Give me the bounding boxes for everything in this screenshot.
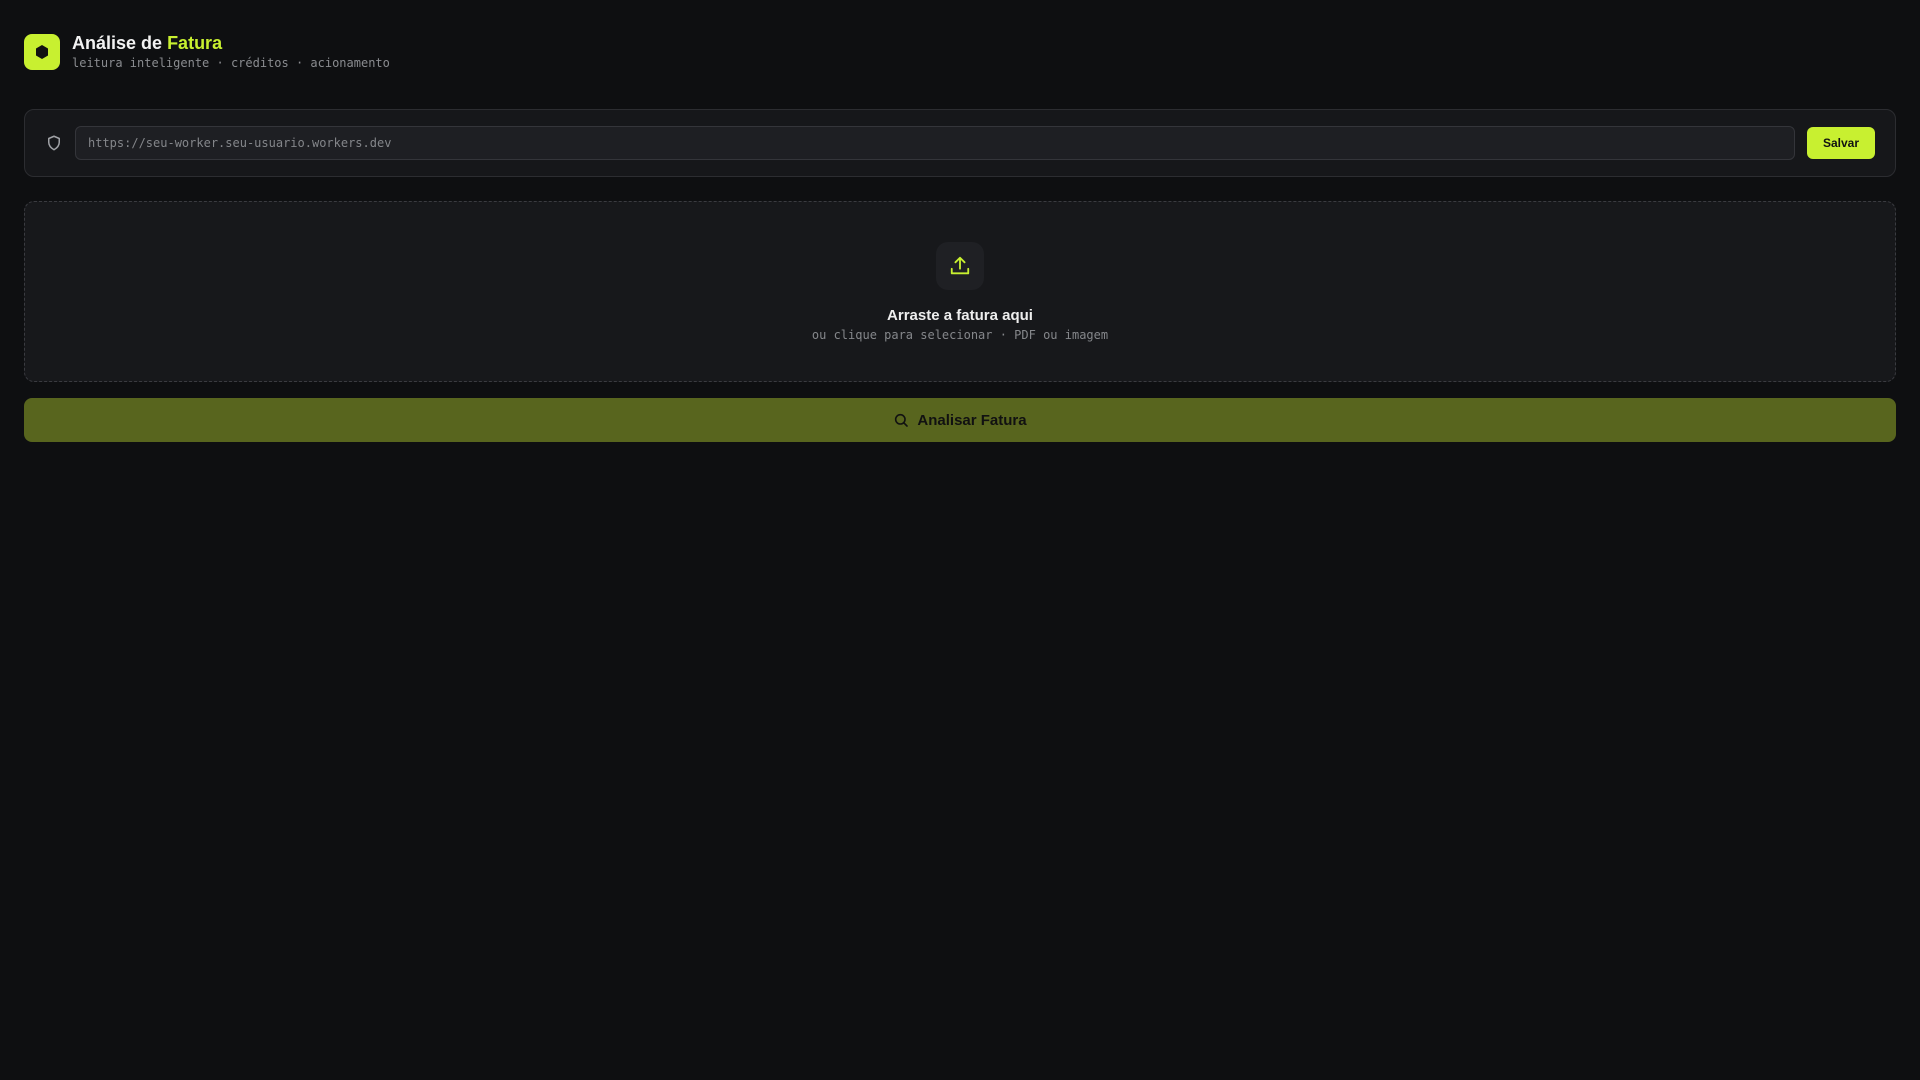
worker-config-card: Salvar [24,109,1896,177]
app-header: Análise de Fatura leitura inteligente · … [24,33,390,70]
file-dropzone[interactable]: Arraste a fatura aqui ou clique para sel… [24,201,1896,382]
analyze-label: Analisar Fatura [917,411,1027,429]
dropzone-subtitle: ou clique para selecionar · PDF ou image… [811,328,1109,342]
save-button[interactable]: Salvar [1807,127,1875,159]
page-title: Análise de Fatura [72,33,390,53]
upload-icon-box [936,242,984,290]
title-main: Análise de [72,33,163,53]
worker-url-input[interactable] [75,126,1795,160]
shield-icon [48,135,60,151]
search-icon [895,413,909,427]
dropzone-title: Arraste a fatura aqui [887,307,1033,324]
upload-icon [950,256,970,275]
title-accent: Fatura [167,33,223,53]
analyze-invoice-button[interactable]: Analisar Fatura [24,398,1896,442]
logo [24,33,60,70]
page-subtitle: leitura inteligente · créditos · acionam… [72,56,390,70]
hexagon-icon [36,44,48,59]
